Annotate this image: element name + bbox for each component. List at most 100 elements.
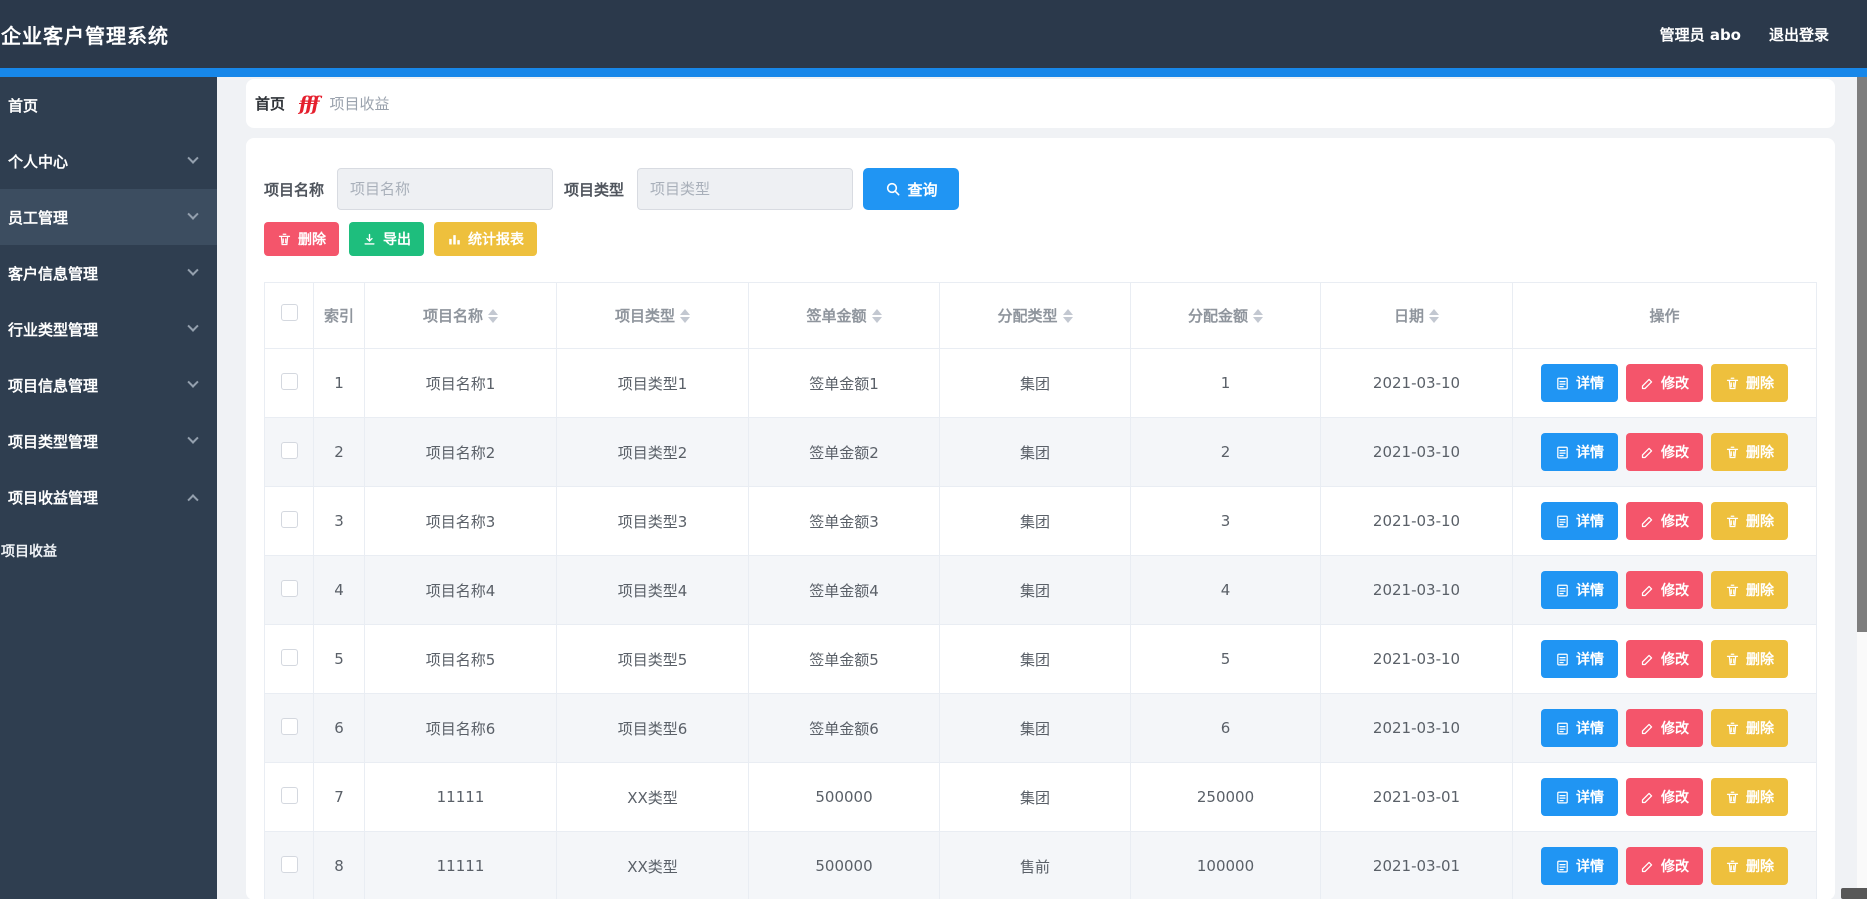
column-header-label: 项目类型 (614, 306, 675, 325)
delete-row-button[interactable]: 删除 (1711, 502, 1788, 540)
table-cell: XX类型 (556, 831, 749, 899)
sidebar-item-2[interactable]: 员工管理 (0, 189, 217, 245)
export-button[interactable]: 导出 (349, 222, 424, 256)
project-name-input[interactable] (337, 168, 554, 210)
edit-button[interactable]: 修改 (1626, 778, 1703, 816)
row-checkbox[interactable] (280, 786, 298, 804)
edit-button[interactable]: 修改 (1626, 571, 1703, 609)
breadcrumb-home-link[interactable]: 首页 (255, 93, 285, 114)
table-cell: 集团 (939, 417, 1131, 487)
sort-caret-icon[interactable] (488, 309, 498, 323)
table-cell: 签单金额6 (748, 693, 940, 763)
delete-row-button[interactable]: 删除 (1711, 640, 1788, 678)
sidebar-item-0[interactable]: 首页 (0, 77, 217, 133)
logout-link[interactable]: 退出登录 (1769, 24, 1829, 45)
table-cell: 250000 (1130, 762, 1321, 832)
sidebar-item-4[interactable]: 行业类型管理 (0, 301, 217, 357)
delete-row-button[interactable]: 删除 (1711, 433, 1788, 471)
document-icon (1557, 722, 1568, 734)
table-cell: 4 (313, 555, 365, 625)
edit-button[interactable]: 修改 (1626, 433, 1703, 471)
column-header-5[interactable]: 分配金额 (1130, 282, 1321, 349)
column-header-3[interactable]: 签单金额 (748, 282, 940, 349)
detail-button[interactable]: 详情 (1541, 847, 1618, 885)
sidebar-item-1[interactable]: 个人中心 (0, 133, 217, 189)
row-checkbox[interactable] (280, 372, 298, 390)
row-checkbox[interactable] (280, 441, 298, 459)
detail-button[interactable]: 详情 (1541, 502, 1618, 540)
delete-button[interactable]: 删除 (264, 222, 339, 256)
sidebar-item-5[interactable]: 项目信息管理 (0, 357, 217, 413)
detail-button[interactable]: 详情 (1541, 640, 1618, 678)
delete-row-button[interactable]: 删除 (1711, 778, 1788, 816)
sidebar-item-7[interactable]: 项目收益管理 (0, 469, 217, 525)
table-row: 7 11111 XX类型 500000 集团 250000 2021-03-01 详情 修改 删除 (264, 762, 1817, 832)
edit-button[interactable]: 修改 (1626, 364, 1703, 402)
row-checkbox[interactable] (280, 855, 298, 873)
query-button-label: 查询 (907, 180, 938, 199)
delete-row-button[interactable]: 删除 (1711, 709, 1788, 747)
delete-row-button-label: 删除 (1746, 514, 1774, 530)
table-cell: 1 (313, 348, 365, 418)
sidebar-item-label: 首页 (8, 96, 39, 115)
delete-row-button[interactable]: 删除 (1711, 571, 1788, 609)
chevron-down-icon (187, 376, 199, 388)
sort-caret-icon[interactable] (1429, 309, 1439, 323)
column-header-label: 日期 (1393, 306, 1424, 325)
edit-button[interactable]: 修改 (1626, 847, 1703, 885)
sidebar-item-3[interactable]: 客户信息管理 (0, 245, 217, 301)
detail-button-label: 详情 (1576, 583, 1604, 599)
table-cell: 项目类型5 (556, 624, 749, 694)
detail-button-label: 详情 (1576, 376, 1604, 392)
table-cell: 项目名称5 (364, 624, 557, 694)
select-all-checkbox[interactable] (280, 304, 298, 321)
table-cell: 3 (313, 486, 365, 556)
sidebar-item-6[interactable]: 项目类型管理 (0, 413, 217, 469)
table-cell: 项目类型3 (556, 486, 749, 556)
vertical-scrollbar[interactable] (1857, 77, 1867, 899)
edit-button[interactable]: 修改 (1626, 709, 1703, 747)
trash-icon (278, 233, 291, 245)
sort-caret-icon[interactable] (1253, 309, 1263, 323)
horizontal-scrollbar-thumb[interactable] (1841, 888, 1867, 899)
detail-button[interactable]: 详情 (1541, 571, 1618, 609)
delete-row-button-label: 删除 (1746, 583, 1774, 599)
table-row: 1 项目名称1 项目类型1 签单金额1 集团 1 2021-03-10 详情 修改 删除 (264, 348, 1817, 418)
detail-button[interactable]: 详情 (1541, 433, 1618, 471)
current-user[interactable]: 管理员 abo (1660, 24, 1741, 45)
detail-button[interactable]: 详情 (1541, 778, 1618, 816)
detail-button[interactable]: 详情 (1541, 364, 1618, 402)
column-header-1[interactable]: 项目名称 (364, 282, 557, 349)
column-header-6[interactable]: 日期 (1320, 282, 1513, 349)
sidebar-item-label: 项目类型管理 (8, 432, 99, 451)
trash-icon (1726, 584, 1739, 596)
sort-caret-icon[interactable] (1062, 309, 1073, 323)
delete-row-button[interactable]: 删除 (1711, 364, 1788, 402)
vertical-scrollbar-thumb[interactable] (1857, 77, 1867, 632)
sort-caret-icon[interactable] (871, 309, 882, 323)
table-cell: 1 (1130, 348, 1321, 418)
trash-icon (1726, 791, 1739, 803)
sidebar-item-label: 客户信息管理 (8, 264, 99, 283)
row-checkbox[interactable] (280, 510, 298, 528)
query-button[interactable]: 查询 (863, 168, 960, 210)
detail-button[interactable]: 详情 (1541, 709, 1618, 747)
table-cell: 项目名称6 (364, 693, 557, 763)
row-checkbox[interactable] (280, 648, 298, 666)
trash-icon (1726, 515, 1739, 527)
edit-button[interactable]: 修改 (1626, 502, 1703, 540)
row-checkbox[interactable] (280, 717, 298, 735)
sort-caret-icon[interactable] (680, 309, 690, 323)
row-checkbox[interactable] (280, 579, 298, 597)
project-type-input[interactable] (637, 168, 854, 210)
breadcrumb-current: 项目收益 (329, 95, 390, 113)
sidebar-subitem-0[interactable]: 项目收益 (0, 525, 217, 577)
breadcrumb: 首页 fff 项目收益 (246, 79, 1835, 128)
delete-row-button[interactable]: 删除 (1711, 847, 1788, 885)
column-header-4[interactable]: 分配类型 (939, 282, 1131, 349)
report-button[interactable]: 统计报表 (434, 222, 537, 256)
edit-button[interactable]: 修改 (1626, 640, 1703, 678)
table-cell: 11111 (364, 762, 557, 832)
edit-button-label: 修改 (1661, 721, 1689, 737)
column-header-2[interactable]: 项目类型 (556, 282, 749, 349)
